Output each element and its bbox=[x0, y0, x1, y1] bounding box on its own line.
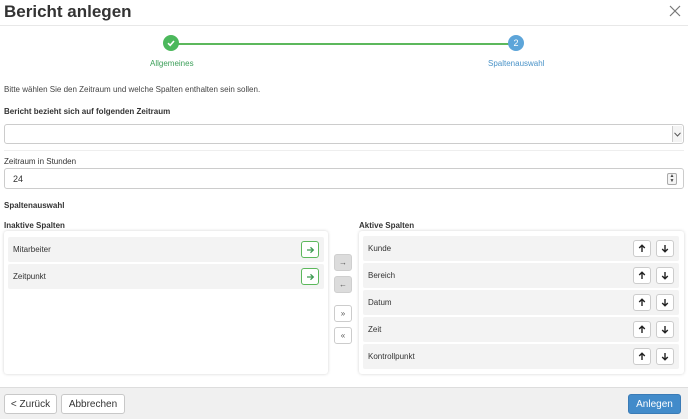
active-item-label: Bereich bbox=[368, 271, 396, 280]
dialog-footer: < Zurück Abbrechen Anlegen bbox=[0, 387, 688, 419]
arrow-right-icon[interactable] bbox=[301, 268, 319, 285]
step-label-allgemeines[interactable]: Allgemeines bbox=[150, 59, 194, 68]
check-icon bbox=[163, 35, 179, 51]
inactive-item-label: Zeitpunkt bbox=[13, 272, 46, 281]
inactive-columns-title: Inaktive Spalten bbox=[4, 221, 65, 230]
arrow-up-icon[interactable] bbox=[633, 348, 651, 365]
number-spinner-icon[interactable]: ▲ ▼ bbox=[667, 173, 677, 185]
hours-field-label: Zeitraum in Stunden bbox=[4, 157, 77, 166]
arrow-up-icon[interactable] bbox=[633, 240, 651, 257]
list-item[interactable]: Bereich bbox=[363, 263, 679, 288]
list-item[interactable]: Zeit bbox=[363, 317, 679, 342]
list-item[interactable]: Kontrollpunkt bbox=[363, 344, 679, 369]
arrow-right-icon[interactable] bbox=[301, 241, 319, 258]
arrow-down-icon[interactable] bbox=[656, 321, 674, 338]
active-columns-title: Aktive Spalten bbox=[359, 221, 415, 230]
move-left-button[interactable]: ← bbox=[334, 276, 352, 293]
active-item-label: Kunde bbox=[368, 244, 392, 253]
chevron-down-icon[interactable] bbox=[672, 126, 682, 142]
move-all-right-button[interactable]: » bbox=[334, 305, 352, 322]
period-select-label: Bericht bezieht sich auf folgenden Zeitr… bbox=[4, 107, 171, 116]
list-item[interactable]: Kunde bbox=[363, 236, 679, 261]
move-right-button[interactable]: → bbox=[334, 254, 352, 271]
list-item[interactable]: Zeitpunkt bbox=[8, 264, 324, 289]
stepper-progress-line bbox=[177, 43, 509, 45]
arrow-up-icon[interactable] bbox=[633, 267, 651, 284]
double-chevron-left-icon: « bbox=[340, 331, 346, 340]
list-item[interactable]: Mitarbeiter bbox=[8, 237, 324, 262]
create-button[interactable]: Anlegen bbox=[628, 394, 681, 414]
arrow-up-icon[interactable] bbox=[633, 294, 651, 311]
active-columns-panel: Kunde Bereich Datum Zeit Kontrollpunkt bbox=[359, 231, 684, 374]
close-icon[interactable] bbox=[668, 4, 682, 18]
arrow-up-icon[interactable] bbox=[633, 321, 651, 338]
move-right-icon: → bbox=[339, 258, 347, 267]
arrow-down-icon[interactable] bbox=[656, 348, 674, 365]
arrow-down-icon[interactable] bbox=[656, 267, 674, 284]
inactive-item-label: Mitarbeiter bbox=[13, 245, 51, 254]
columns-section-title: Spaltenauswahl bbox=[4, 201, 65, 210]
cancel-button[interactable]: Abbrechen bbox=[61, 394, 125, 414]
active-item-label: Datum bbox=[368, 298, 392, 307]
active-item-label: Zeit bbox=[368, 325, 382, 334]
divider bbox=[4, 150, 684, 151]
arrow-down-icon[interactable] bbox=[656, 294, 674, 311]
dialog-header: Bericht anlegen bbox=[0, 0, 688, 26]
arrow-down-icon[interactable] bbox=[656, 240, 674, 257]
list-item[interactable]: Datum bbox=[363, 290, 679, 315]
dialog-title: Bericht anlegen bbox=[4, 2, 132, 21]
active-item-label: Kontrollpunkt bbox=[368, 352, 415, 361]
back-button[interactable]: < Zurück bbox=[4, 394, 57, 414]
intro-text: Bitte wählen Sie den Zeitraum und welche… bbox=[4, 85, 261, 94]
step-label-spaltenauswahl: Spaltenauswahl bbox=[488, 59, 545, 68]
period-select[interactable] bbox=[4, 124, 684, 144]
hours-field[interactable]: 24 ▲ ▼ bbox=[4, 168, 684, 189]
hours-field-value: 24 bbox=[13, 174, 24, 184]
step-2-indicator: 2 bbox=[508, 35, 524, 51]
wizard-stepper: 2 Allgemeines Spaltenauswahl bbox=[0, 27, 688, 71]
move-all-left-button[interactable]: « bbox=[334, 327, 352, 344]
inactive-columns-panel: Mitarbeiter Zeitpunkt bbox=[4, 231, 328, 374]
move-left-icon: ← bbox=[339, 280, 347, 289]
double-chevron-right-icon: » bbox=[340, 309, 346, 318]
